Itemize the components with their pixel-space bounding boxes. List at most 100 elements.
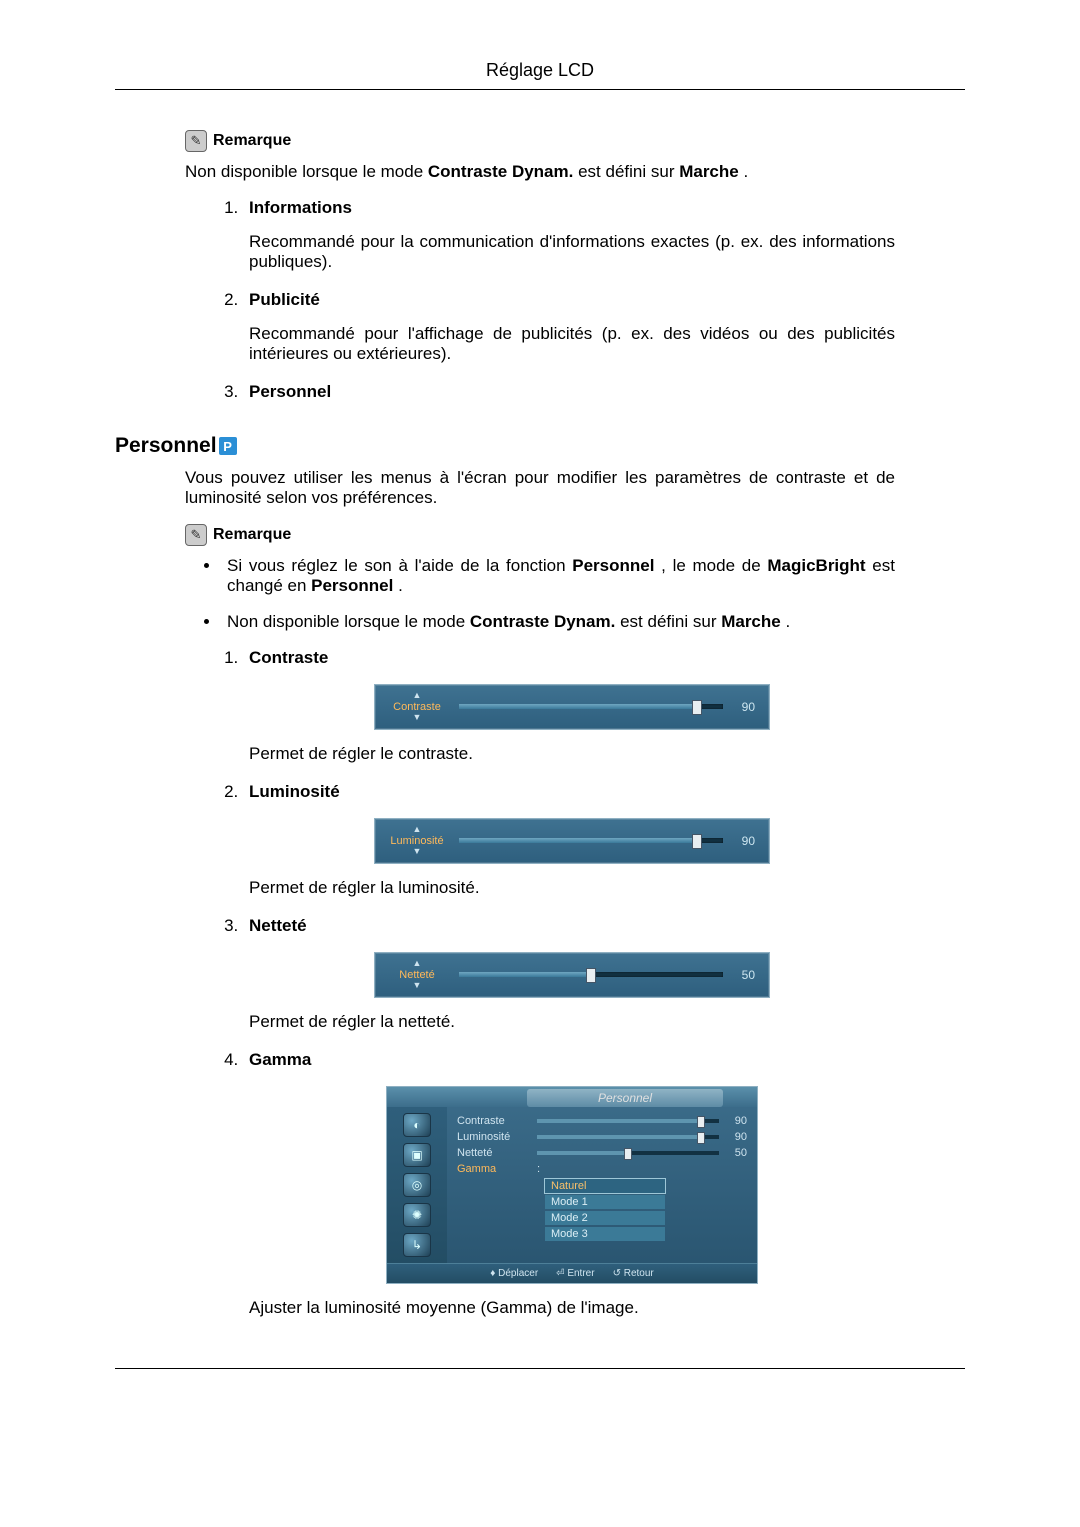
row-label: Netteté [457,1147,529,1159]
list-item-title: Gamma [249,1050,311,1070]
text: Si vous réglez le son à l'aide de la fon… [227,556,572,575]
note-bullets: Si vous réglez le son à l'aide de la fon… [185,556,895,632]
footer-enter-label: Entrer [567,1268,594,1279]
settings-list: Contraste ▲ Contraste ▼ 90 Permet de rég… [185,648,895,1318]
picture-icon[interactable]: ◐ [403,1113,431,1137]
section-heading-label: Personnel [115,434,217,458]
note-text: Non disponible lorsque le mode Contraste… [185,162,895,182]
footer-move: ♦ Déplacer [490,1268,538,1279]
list-item-body: Permet de régler le contraste. [249,744,895,764]
note-title: Remarque [213,132,291,150]
p-badge-icon: P [219,437,237,455]
list-item: Luminosité ▲ Luminosité ▼ 90 Permet de r… [243,782,895,898]
arrow-up-icon: ▲ [385,825,449,835]
bullet-item: Non disponible lorsque le mode Contraste… [221,612,895,632]
osd-luminosite: ▲ Luminosité ▼ 90 [374,818,770,864]
osd-row-contraste[interactable]: Contraste 90 [457,1115,747,1127]
list-item-body: Permet de régler la luminosité. [249,878,895,898]
row-value: 50 [727,1147,747,1159]
osd-label: ▲ Luminosité ▼ [385,825,449,857]
footer-return: ↺ Retour [613,1268,654,1279]
row-label: Contraste [457,1115,529,1127]
osd-title-bar: Personnel [387,1087,757,1107]
osd-slider-track[interactable] [459,972,723,977]
osd-value: 90 [733,700,755,714]
arrow-down-icon: ▼ [385,847,449,857]
osd-sidebar: ◐ ▣ ◎ ✺ ↳ [387,1107,447,1263]
list-item-title: Publicité [249,290,320,310]
text-bold: Contraste Dynam. [428,162,573,181]
osd-value: 90 [733,834,755,848]
gamma-option-mode2[interactable]: Mode 2 [545,1211,665,1225]
footer-enter: ⏎ Entrer [556,1268,594,1279]
page-title: Réglage LCD [115,60,965,90]
bullet-item: Si vous réglez le son à l'aide de la fon… [221,556,895,596]
osd-label: ▲ Contraste ▼ [385,691,449,723]
text: . [398,576,403,595]
osd-slider-track[interactable] [459,838,723,843]
osd-row-gamma[interactable]: Gamma : [457,1163,747,1175]
text-bold: Personnel [311,576,393,595]
list-item: Contraste ▲ Contraste ▼ 90 Permet de rég… [243,648,895,764]
gamma-option-naturel[interactable]: Naturel [545,1179,665,1193]
list-item-title: Luminosité [249,782,340,802]
text: est défini sur [620,612,721,631]
section-intro: Vous pouvez utiliser les menus à l'écran… [185,468,895,508]
list-item-title: Informations [249,198,352,218]
gamma-option-mode3[interactable]: Mode 3 [545,1227,665,1241]
arrow-down-icon: ▼ [385,713,449,723]
spacer [387,1087,447,1107]
text: . [743,162,748,181]
row-value: 90 [727,1131,747,1143]
osd-slider-thumb[interactable] [692,700,702,715]
list-item-title: Contraste [249,648,328,668]
osd-contraste: ▲ Contraste ▼ 90 [374,684,770,730]
text-bold: Personnel [572,556,654,575]
osd-row-nettete[interactable]: Netteté 50 [457,1147,747,1159]
note-heading: ✎ Remarque [185,130,895,152]
list-item-body: Ajuster la luminosité moyenne (Gamma) de… [249,1298,895,1318]
list-item: Netteté ▲ Netteté ▼ 50 Permet de régler … [243,916,895,1032]
text-bold: MagicBright [767,556,865,575]
row-track[interactable] [537,1135,719,1139]
arrow-icon[interactable]: ↳ [403,1233,431,1257]
osd-body: ◐ ▣ ◎ ✺ ↳ Contraste 90 [387,1107,757,1263]
arrow-down-icon: ▼ [385,981,449,991]
list-item-body: Recommandé pour l'affichage de publicité… [249,324,895,364]
gamma-sep: : [537,1163,540,1175]
list-item-body: Recommandé pour la communication d'infor… [249,232,895,272]
osd-slider-thumb[interactable] [586,968,596,983]
list-item: Informations Recommandé pour la communic… [243,198,895,272]
list-item-title: Netteté [249,916,307,936]
osd-value: 50 [733,968,755,982]
row-track[interactable] [537,1151,719,1155]
gear-icon[interactable]: ✺ [403,1203,431,1227]
page: Réglage LCD ✎ Remarque Non disponible lo… [0,0,1080,1429]
text: , le mode de [661,556,767,575]
footer-move-label: Déplacer [498,1268,538,1279]
mode-list: Informations Recommandé pour la communic… [185,198,895,412]
osd-footer: ♦ Déplacer ⏎ Entrer ↺ Retour [387,1263,757,1283]
osd-slider-thumb[interactable] [692,834,702,849]
osd-main: Contraste 90 Luminosité 90 Netteté [447,1107,757,1263]
osd-row-luminosite[interactable]: Luminosité 90 [457,1131,747,1143]
gamma-option-mode1[interactable]: Mode 1 [545,1195,665,1209]
arrow-up-icon: ▲ [385,691,449,701]
section-heading-personnel: Personnel P [115,434,895,458]
image-icon[interactable]: ▣ [403,1143,431,1167]
row-track[interactable] [537,1119,719,1123]
bottom-rule [115,1368,965,1369]
note-icon: ✎ [185,130,207,152]
footer-return-label: Retour [624,1268,654,1279]
osd-slider-track[interactable] [459,704,723,709]
osd-slider-fill [459,838,697,843]
text-bold: Marche [679,162,739,181]
osd-label-text: Luminosité [390,835,443,847]
text: Non disponible lorsque le mode [227,612,470,631]
target-icon[interactable]: ◎ [403,1173,431,1197]
text-bold: Contraste Dynam. [470,612,615,631]
osd-label-text: Netteté [399,969,434,981]
text: est défini sur [578,162,679,181]
text-bold: Marche [721,612,781,631]
osd-nettete: ▲ Netteté ▼ 50 [374,952,770,998]
